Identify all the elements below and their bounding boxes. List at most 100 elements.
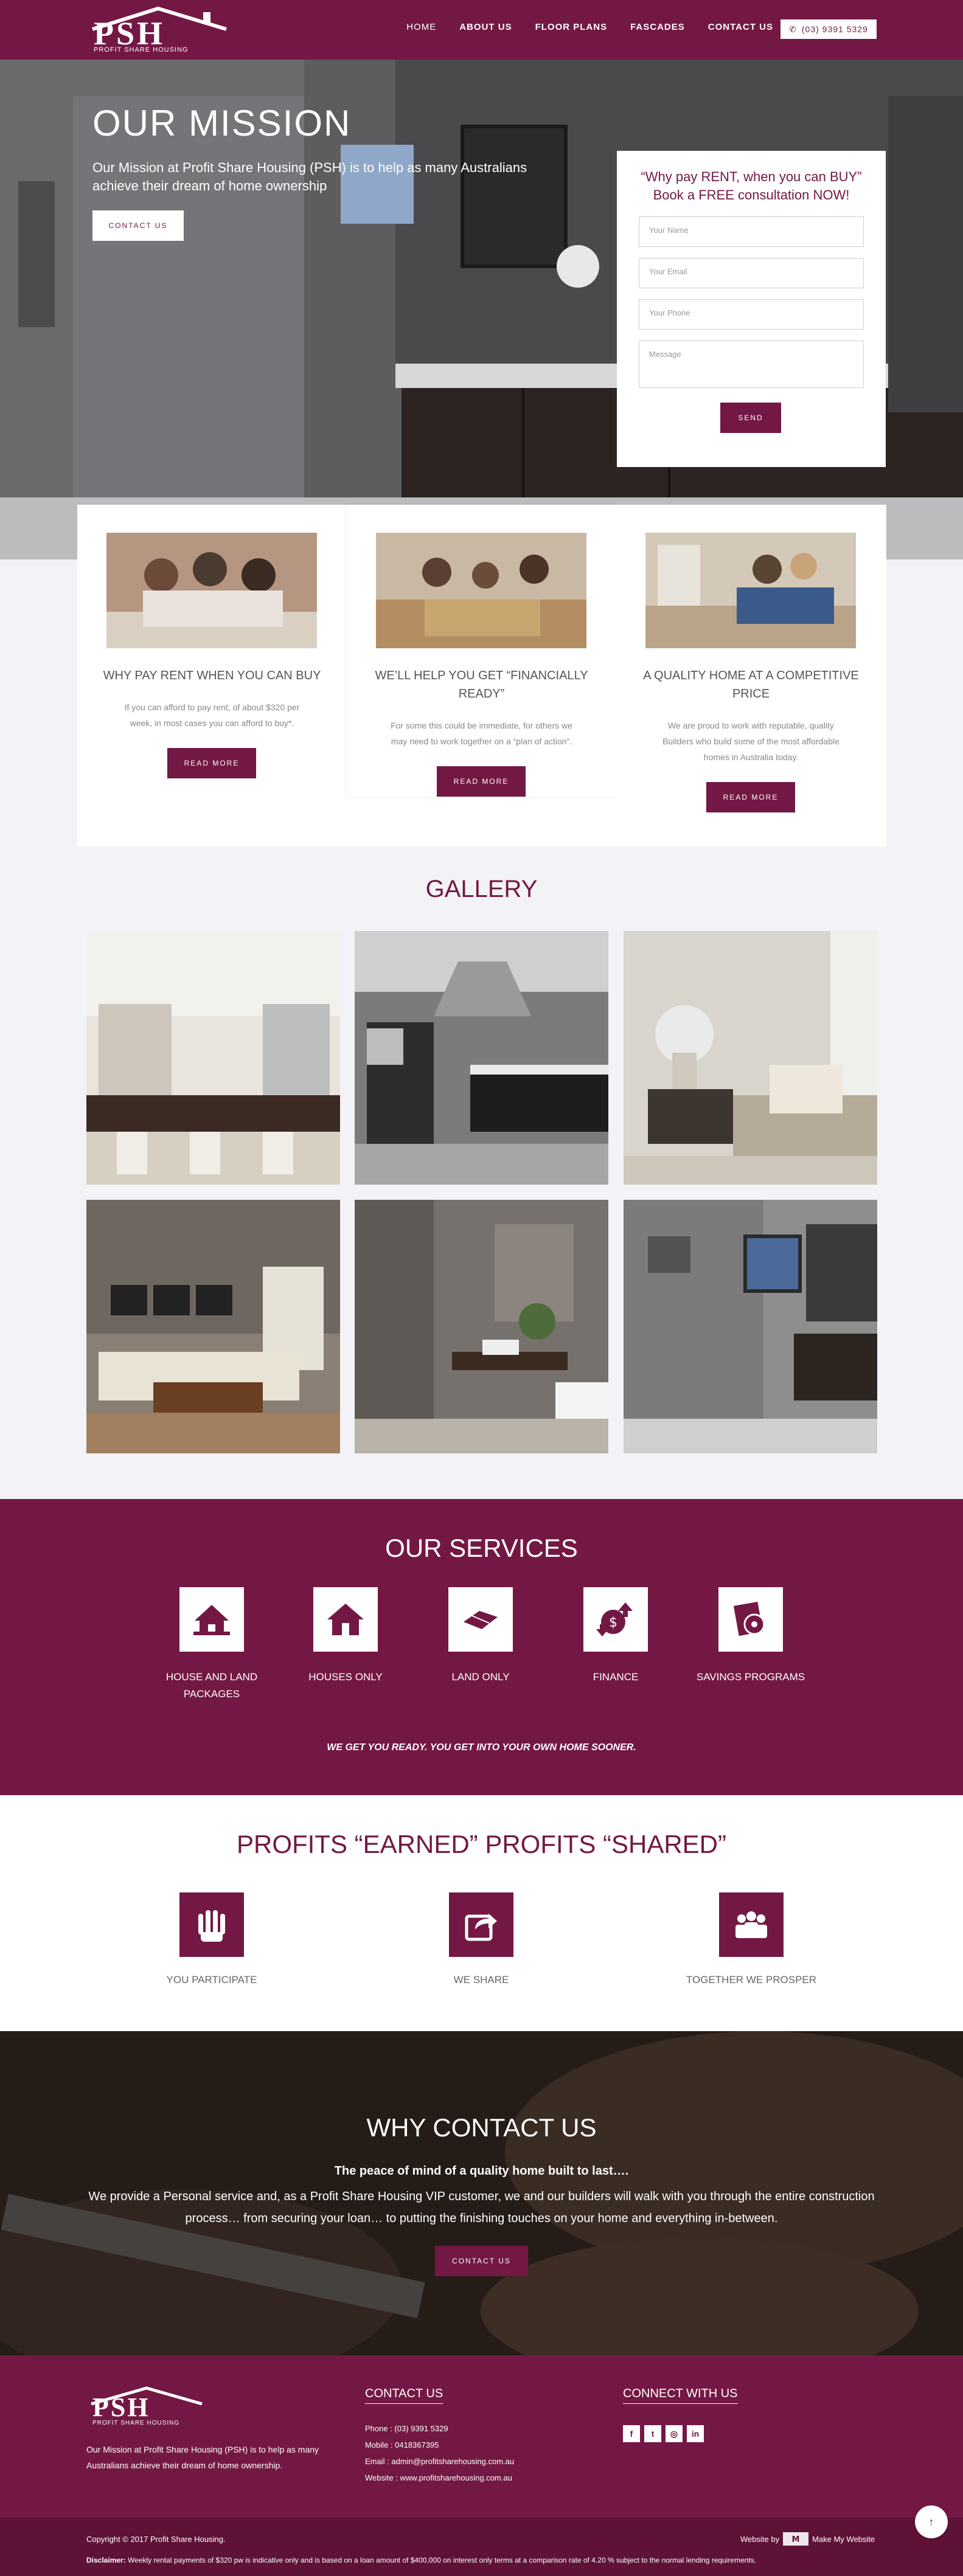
website-by[interactable]: Website by M Make My Website: [740, 2532, 875, 2546]
sub-footer: Copyright © 2017 Profit Share Housing. D…: [0, 2518, 963, 2576]
consultation-form: “Why pay RENT, when you can BUY” Book a …: [617, 151, 886, 467]
why-title: WHY CONTACT US: [366, 2113, 597, 2142]
profit-we-share: WE SHARE: [390, 1892, 572, 1986]
profits-section: PROFITS “EARNED” PROFITS “SHARED” YOU PA…: [0, 1795, 963, 2031]
read-more-button[interactable]: READ MORE: [706, 782, 795, 812]
make-my-website-label: Make My Website: [812, 2534, 875, 2544]
gallery-image-shower[interactable]: [624, 1200, 877, 1453]
services-section: OUR SERVICES HOUSE AND LAND PACKAGES HOU…: [0, 1499, 963, 1795]
instagram-icon[interactable]: ◎: [666, 2425, 683, 2442]
nav-menu: HOME ABOUT US FLOOR PLANS FASCADES CONTA…: [383, 22, 773, 32]
profits-title: PROFITS “EARNED” PROFITS “SHARED”: [236, 1830, 727, 1858]
footer-about-text: Our Mission at Profit Share Housing (PSH…: [86, 2445, 319, 2470]
phone-button[interactable]: ✆ (03) 9391 5329: [780, 19, 877, 39]
read-more-button[interactable]: READ MORE: [167, 748, 256, 778]
footer-logo[interactable]: PSH PROFIT SHARE HOUSING: [89, 2386, 204, 2428]
hero-section: OUR MISSION Our Mission at Profit Share …: [0, 60, 963, 559]
services-tagline: WE GET YOU READY. YOU GET INTO YOUR OWN …: [327, 1742, 636, 1753]
nav-floor-plans[interactable]: FLOOR PLANS: [535, 22, 608, 32]
services-title: OUR SERVICES: [385, 1534, 578, 1562]
phone-icon: ✆: [789, 24, 797, 34]
svg-text:M: M: [792, 2535, 800, 2544]
profit-label: YOU PARTICIPATE: [166, 1974, 257, 1986]
make-my-website-logo-icon: M: [783, 2532, 809, 2546]
footer: PSH PROFIT SHARE HOUSING Our Mission at …: [0, 2355, 963, 2518]
share-icon: [449, 1892, 513, 1957]
social-links: f t ◎ in: [623, 2425, 704, 2442]
gallery-image-living-room[interactable]: [624, 931, 877, 1185]
service-land-only[interactable]: LAND ONLY: [414, 1587, 548, 1686]
nav-home[interactable]: HOME: [406, 22, 436, 32]
moving-boxes-photo: [376, 533, 586, 648]
copyright-text: Copyright © 2017 Profit Share Housing.: [86, 2535, 226, 2544]
land-icon: [448, 1587, 513, 1652]
group-icon: [719, 1892, 784, 1957]
house-icon: [313, 1587, 378, 1652]
svg-text:$: $: [609, 1615, 617, 1630]
gallery-image-kitchen[interactable]: [86, 931, 340, 1185]
service-label: HOUSES ONLY: [308, 1671, 383, 1683]
logo-tagline: PROFIT SHARE HOUSING: [94, 46, 189, 54]
name-field[interactable]: Your Name: [639, 216, 864, 247]
service-label: SAVINGS PROGRAMS: [696, 1671, 805, 1683]
top-navbar: PSH PROFIT SHARE HOUSING HOME ABOUT US F…: [0, 0, 963, 60]
phone-number: (03) 9391 5329: [801, 24, 868, 34]
why-subtitle: The peace of mind of a quality home buil…: [334, 2164, 629, 2178]
house-and-land-icon: [179, 1587, 244, 1652]
feature-title: A QUALITY HOME AT A COMPETITIVE PRICE: [643, 669, 859, 701]
form-heading: “Why pay RENT, when you can BUY” Book a …: [617, 168, 886, 204]
finance-icon: $: [583, 1587, 648, 1652]
read-more-button[interactable]: READ MORE: [437, 766, 526, 797]
gallery-image-bathroom[interactable]: [355, 1200, 608, 1453]
savings-icon: [718, 1587, 783, 1652]
profit-you-participate: YOU PARTICIPATE: [120, 1892, 303, 1986]
nav-about-us[interactable]: ABOUT US: [459, 22, 512, 32]
website-by-label: Website by: [740, 2534, 780, 2544]
psh-logo[interactable]: PSH PROFIT SHARE HOUSING: [90, 6, 229, 55]
why-contact-button[interactable]: CONTACT US: [435, 2246, 528, 2276]
feature-card: A QUALITY HOME AT A COMPETITIVE PRICE We…: [616, 505, 886, 847]
twitter-icon[interactable]: t: [644, 2425, 661, 2442]
gallery-title: GALLERY: [425, 876, 538, 902]
nav-fascades[interactable]: FASCADES: [630, 22, 685, 32]
disclaimer-label: Disclaimer:: [86, 2556, 126, 2564]
footer-logo-letters: PSH: [92, 2392, 150, 2422]
profit-label: TOGETHER WE PROSPER: [686, 1974, 817, 1986]
why-text: We provide a Personal service and, as a …: [88, 2190, 875, 2225]
scroll-to-top-button[interactable]: ↑: [915, 2505, 948, 2538]
message-field[interactable]: Message: [639, 341, 864, 388]
email-field[interactable]: Your Email: [639, 258, 864, 288]
hero-text: Our Mission at Profit Share Housing (PSH…: [92, 160, 527, 193]
profit-together-we-prosper: TOGETHER WE PROSPER: [660, 1892, 843, 1986]
service-house-and-land[interactable]: HOUSE AND LAND PACKAGES: [145, 1587, 279, 1703]
feature-card: WE’LL HELP YOU GET “FINANCIALLY READY” F…: [347, 505, 616, 797]
service-label: HOUSE AND LAND PACKAGES: [165, 1671, 258, 1700]
facebook-icon[interactable]: f: [623, 2425, 640, 2442]
service-label: LAND ONLY: [451, 1671, 510, 1683]
footer-phone[interactable]: Phone : (03) 9391 5329: [365, 2424, 448, 2433]
footer-website[interactable]: Website : www.profitsharehousing.com.au: [365, 2473, 512, 2482]
service-label: FINANCE: [593, 1671, 639, 1683]
footer-connect-title: CONNECT WITH US: [623, 2387, 738, 2404]
hero-contact-button[interactable]: CONTACT US: [92, 210, 184, 241]
service-finance[interactable]: $ FINANCE: [549, 1587, 683, 1686]
feature-text: If you can afford to pay rent, of about …: [124, 702, 300, 728]
service-savings-programs[interactable]: SAVINGS PROGRAMS: [684, 1587, 818, 1686]
service-houses-only[interactable]: HOUSES ONLY: [279, 1587, 412, 1686]
feature-text: We are proud to work with reputable, qua…: [662, 721, 840, 762]
footer-contact-title: CONTACT US: [365, 2387, 443, 2404]
raised-hands-icon: [179, 1892, 244, 1957]
disclaimer-text: Weekly rental payments of $320 pw is ind…: [128, 2556, 757, 2564]
gallery-image-dark-kitchen[interactable]: [355, 931, 608, 1185]
gallery-image-lounge[interactable]: [86, 1200, 340, 1453]
footer-mobile[interactable]: Mobile : 0418367395: [365, 2440, 439, 2450]
send-button[interactable]: SEND: [720, 403, 781, 433]
footer-email[interactable]: Email : admin@profitsharehousing.com.au: [365, 2457, 514, 2466]
form-heading-line1: “Why pay RENT, when you can BUY”: [641, 169, 862, 184]
family-photo: [106, 533, 317, 648]
nav-contact-us[interactable]: CONTACT US: [708, 22, 773, 32]
linkedin-icon[interactable]: in: [687, 2425, 704, 2442]
couple-new-home-photo: [645, 533, 856, 648]
phone-field[interactable]: Your Phone: [639, 299, 864, 330]
disclaimer: Disclaimer: Weekly rental payments of $3…: [86, 2556, 756, 2564]
